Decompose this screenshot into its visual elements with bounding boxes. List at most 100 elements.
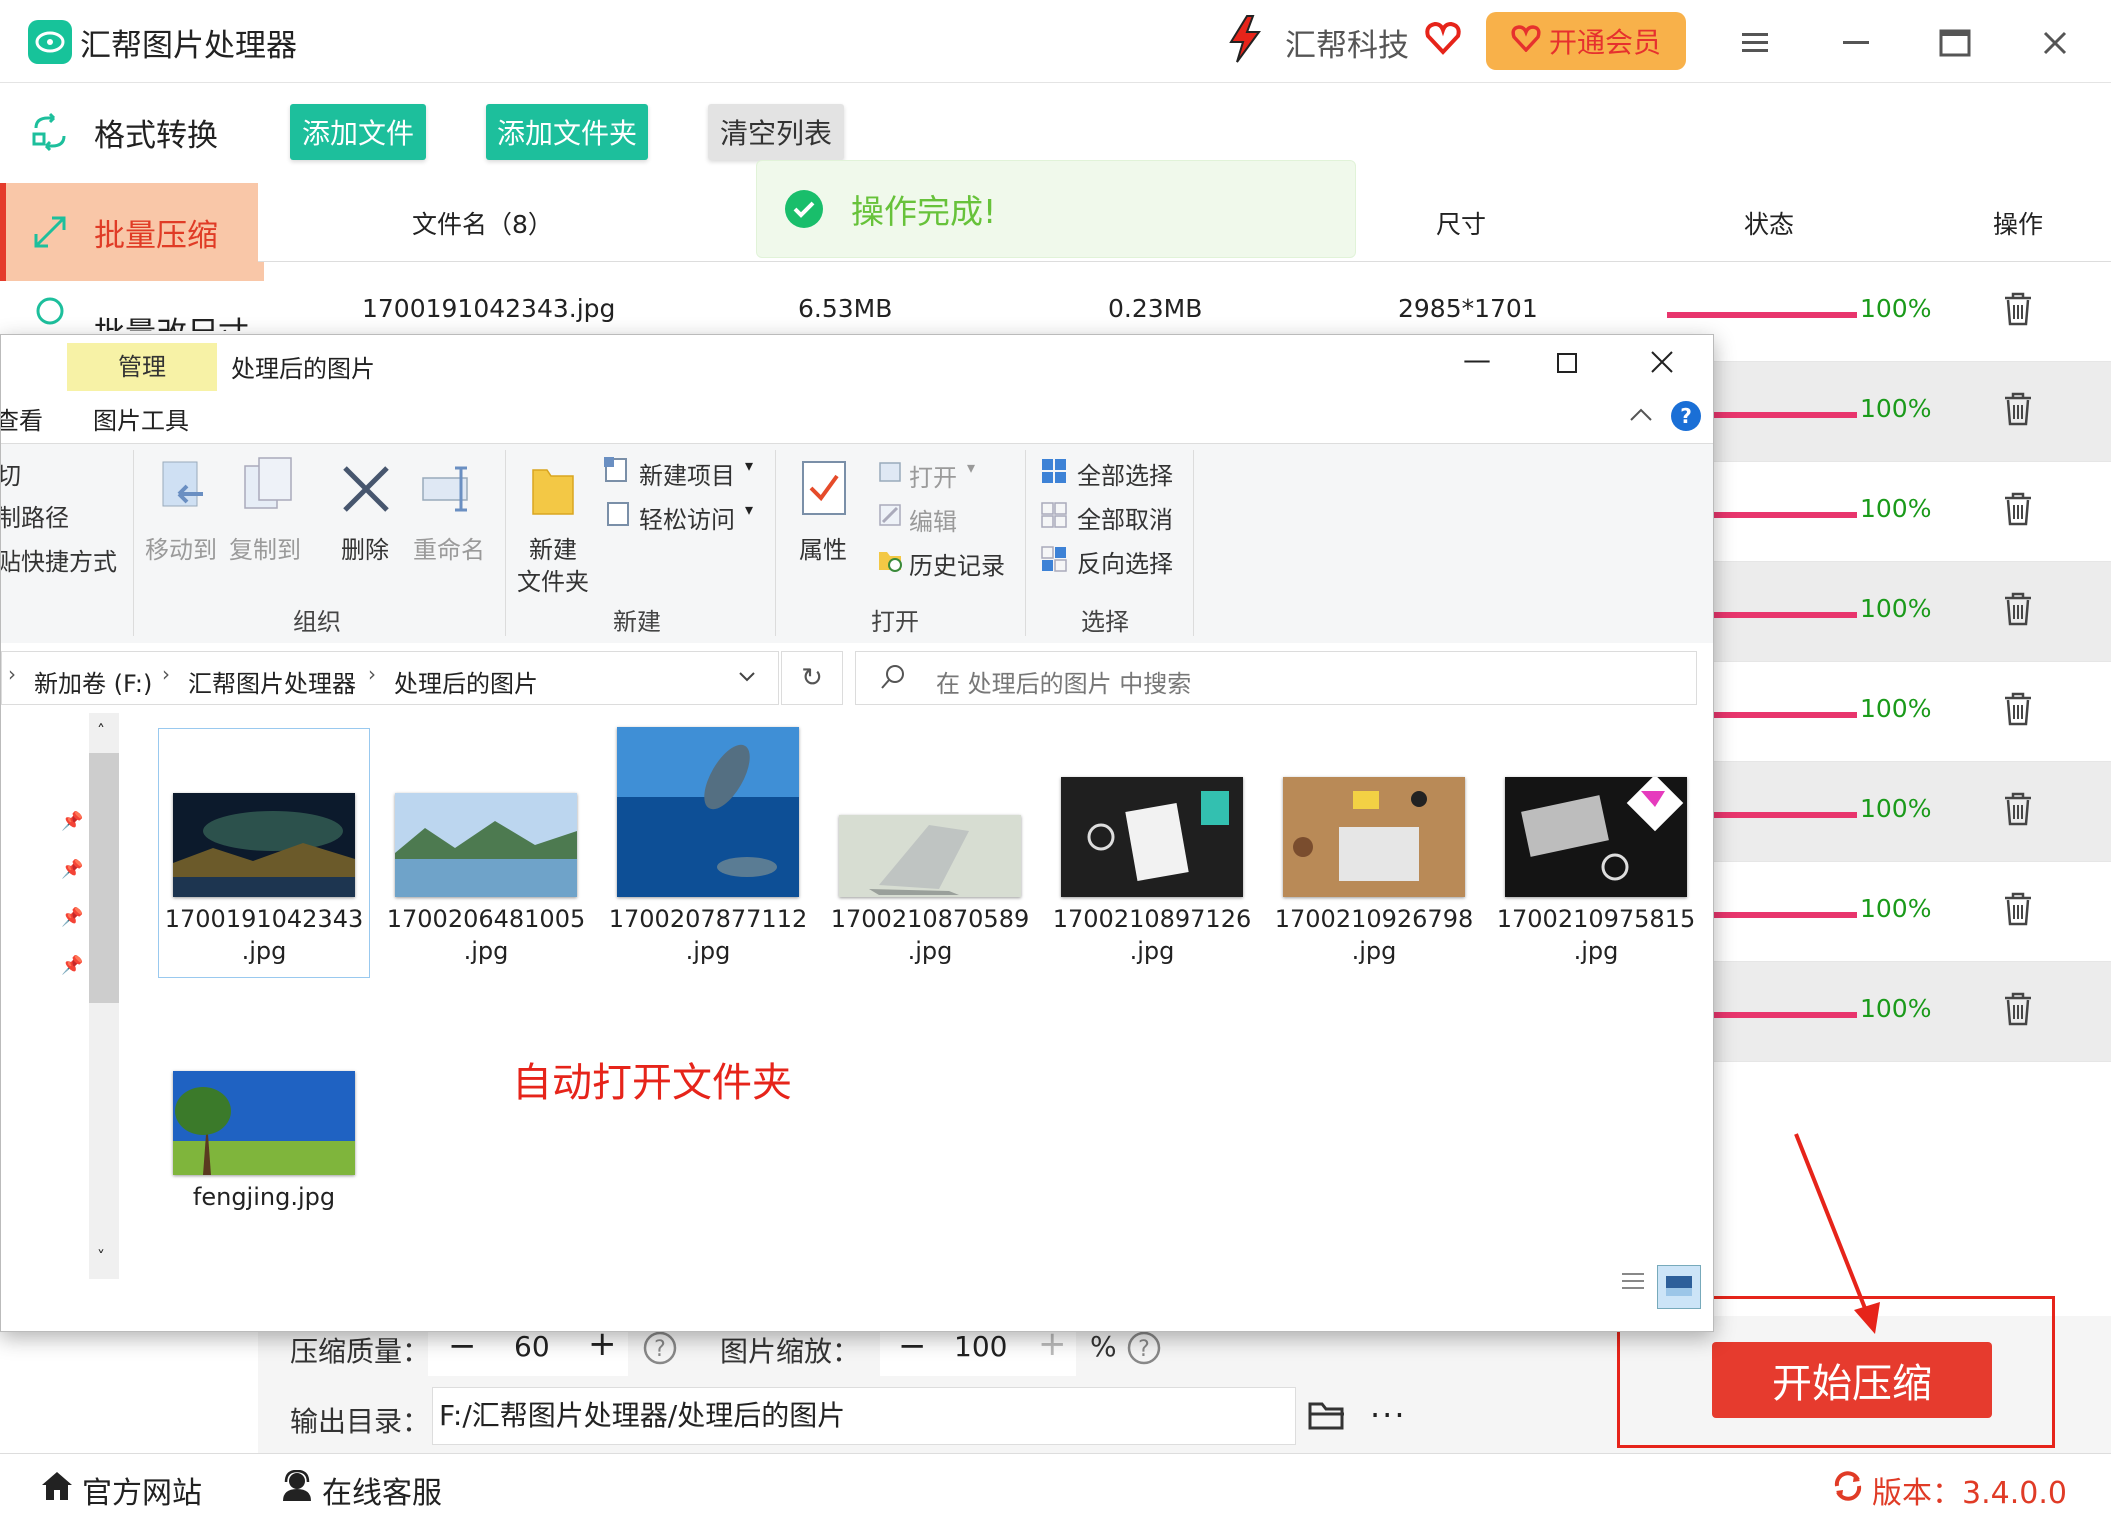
vip-button[interactable]: 开通会员 xyxy=(1486,12,1686,70)
dropdown-arrow-icon[interactable]: ▾ xyxy=(745,456,753,475)
trash-icon[interactable] xyxy=(2003,892,2033,926)
pin-icon[interactable]: 📌 xyxy=(61,907,83,928)
breadcrumb-current[interactable]: 处理后的图片 xyxy=(394,664,538,699)
vip-button-label: 开通会员 xyxy=(1548,26,1661,59)
toast-text: 操作完成! xyxy=(851,192,997,231)
move-to-button[interactable]: 移动到 xyxy=(145,530,217,565)
progress-percent: 100% xyxy=(1860,994,1932,1023)
rename-icon xyxy=(421,464,477,518)
thumbnail-image xyxy=(1283,777,1465,897)
pin-icon[interactable]: 📌 xyxy=(61,955,83,976)
output-path-field[interactable]: F:/汇帮图片处理器/处理后的图片 xyxy=(432,1387,1296,1445)
group-new-label: 新建 xyxy=(613,608,661,636)
file-tile[interactable]: 1700210897126 .jpg xyxy=(1047,777,1257,967)
version-info[interactable]: 版本：3.4.0.0 xyxy=(1832,1468,2067,1512)
folder-icon[interactable] xyxy=(1308,1400,1346,1436)
address-bar[interactable]: › 新加卷 (F:) › 汇帮图片处理器 › 处理后的图片 xyxy=(1,651,779,705)
scroll-down-icon[interactable]: ˅ xyxy=(97,1247,105,1266)
support-icon xyxy=(280,1469,314,1510)
trash-icon[interactable] xyxy=(2003,692,2033,726)
file-tile[interactable]: 1700207877112 .jpg xyxy=(603,727,813,967)
new-folder-icon xyxy=(529,460,577,522)
nav-scrollbar[interactable]: ˄ ˅ xyxy=(89,713,119,1279)
scale-value: 100 xyxy=(954,1330,1008,1363)
new-folder-label-2[interactable]: 文件夹 xyxy=(517,562,589,597)
details-view-icon[interactable] xyxy=(1621,1271,1645,1295)
easy-access-button[interactable]: 轻松访问 xyxy=(639,500,735,535)
help-icon[interactable]: ? xyxy=(1671,401,1701,431)
copy-path-command[interactable]: 制路径 xyxy=(1,498,69,533)
edit-button[interactable]: 编辑 xyxy=(909,502,957,537)
minimize-icon[interactable] xyxy=(1833,20,1879,66)
explorer-minimize-icon[interactable]: — xyxy=(1463,343,1491,376)
maximize-icon[interactable] xyxy=(1932,20,1978,66)
new-folder-label-1[interactable]: 新建 xyxy=(529,530,577,565)
trash-icon[interactable] xyxy=(2003,592,2033,626)
clear-list-button[interactable]: 清空列表 xyxy=(708,104,844,160)
scroll-up-icon[interactable]: ˄ xyxy=(97,721,105,740)
collapse-ribbon-icon[interactable] xyxy=(1629,407,1653,426)
explorer-maximize-icon[interactable] xyxy=(1557,353,1577,377)
cut-command[interactable]: 切 xyxy=(1,456,21,491)
col-filename: 文件名（8） xyxy=(412,210,553,239)
trash-icon[interactable] xyxy=(2003,392,2033,426)
add-file-button[interactable]: 添加文件 xyxy=(290,104,426,160)
file-tile[interactable]: 1700210926798 .jpg xyxy=(1269,777,1479,967)
invert-selection-icon xyxy=(1041,546,1067,576)
select-all-button[interactable]: 全部选择 xyxy=(1077,456,1173,491)
pin-icon[interactable]: 📌 xyxy=(61,859,83,880)
file-tile[interactable]: 1700210975815 .jpg xyxy=(1491,777,1701,967)
breadcrumb-app-folder[interactable]: 汇帮图片处理器 xyxy=(188,664,356,699)
file-tile[interactable]: 1700191042343 .jpg xyxy=(158,728,370,978)
dropdown-arrow-icon[interactable]: ▾ xyxy=(967,458,975,477)
add-folder-button[interactable]: 添加文件夹 xyxy=(486,104,648,160)
file-explorer-window[interactable]: 管理 处理后的图片 — 查看 图片工具 ? 切 制路径 贴快捷方式 移动到 复制… xyxy=(0,334,1714,1332)
address-bar-row: › 新加卷 (F:) › 汇帮图片处理器 › 处理后的图片 ↻ 在 处理后的图片… xyxy=(1,643,1713,711)
dropdown-arrow-icon[interactable]: ▾ xyxy=(745,500,753,519)
compress-icon xyxy=(30,212,70,252)
file-tile[interactable]: fengjing.jpg xyxy=(159,1071,369,1213)
large-icons-view-icon[interactable] xyxy=(1657,1265,1701,1309)
help-icon[interactable]: ? xyxy=(642,1330,678,1370)
tab-manage[interactable]: 管理 xyxy=(67,343,217,391)
chevron-down-icon[interactable] xyxy=(738,668,756,687)
minus-icon[interactable]: − xyxy=(898,1326,927,1366)
properties-button[interactable]: 属性 xyxy=(799,530,847,565)
trash-icon[interactable] xyxy=(2003,292,2033,326)
tab-picture-tools[interactable]: 图片工具 xyxy=(93,401,189,436)
file-tile[interactable]: 1700210870589 .jpg xyxy=(825,815,1035,967)
paste-shortcut-command[interactable]: 贴快捷方式 xyxy=(1,542,117,577)
close-icon[interactable] xyxy=(2032,20,2078,66)
tab-view[interactable]: 查看 xyxy=(1,401,43,436)
sidebar-item-batch-resize[interactable]: 批量改尺寸 xyxy=(0,283,258,331)
ribbon-separator xyxy=(1025,450,1026,636)
select-none-button[interactable]: 全部取消 xyxy=(1077,500,1173,535)
trash-icon[interactable] xyxy=(2003,992,2033,1026)
rename-button[interactable]: 重命名 xyxy=(413,530,485,565)
help-icon[interactable]: ? xyxy=(1126,1330,1162,1370)
online-support-link[interactable]: 在线客服 xyxy=(280,1468,442,1512)
invert-selection-button[interactable]: 反向选择 xyxy=(1077,544,1173,579)
explorer-close-icon[interactable] xyxy=(1651,351,1673,377)
refresh-button[interactable]: ↻ xyxy=(781,651,843,705)
arrow-annotation xyxy=(1794,1133,1880,1334)
official-site-link[interactable]: 官方网站 xyxy=(40,1468,202,1512)
search-box[interactable]: 在 处理后的图片 中搜索 xyxy=(855,651,1697,705)
file-tile[interactable]: 1700206481005 .jpg xyxy=(381,793,591,967)
trash-icon[interactable] xyxy=(2003,492,2033,526)
minus-icon[interactable]: − xyxy=(448,1326,477,1366)
delete-button[interactable]: 删除 xyxy=(341,530,389,565)
sidebar-item-format-convert[interactable]: 格式转换 xyxy=(0,83,258,181)
menu-icon[interactable] xyxy=(1733,20,1779,66)
sidebar-item-batch-compress[interactable]: 批量压缩 xyxy=(0,183,264,281)
copy-to-button[interactable]: 复制到 xyxy=(229,530,301,565)
trash-icon[interactable] xyxy=(2003,792,2033,826)
version-label: 版本：3.4.0.0 xyxy=(1872,1476,2067,1511)
breadcrumb-drive[interactable]: 新加卷 (F:) xyxy=(34,664,152,699)
more-icon[interactable]: ··· xyxy=(1370,1396,1407,1434)
scrollbar-thumb[interactable] xyxy=(89,753,119,1003)
history-button[interactable]: 历史记录 xyxy=(909,546,1005,581)
open-button[interactable]: 打开 xyxy=(909,458,957,493)
pin-icon[interactable]: 📌 xyxy=(61,811,83,832)
new-item-button[interactable]: 新建项目 xyxy=(639,456,735,491)
